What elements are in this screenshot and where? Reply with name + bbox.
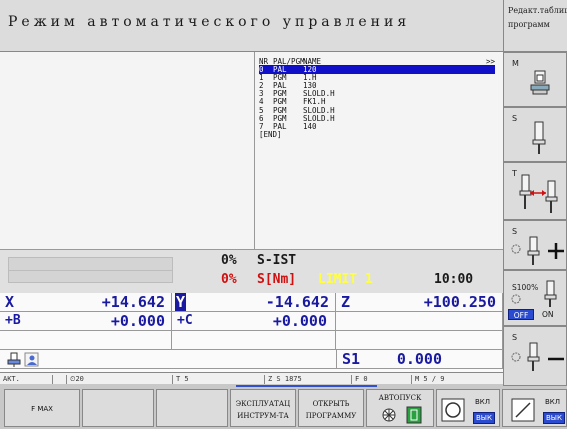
softkey-spindle-override-minus[interactable]: S bbox=[503, 326, 567, 386]
status-feed: F 0 bbox=[351, 375, 411, 384]
table-row[interactable]: 4 PGM FK1.H bbox=[259, 98, 495, 106]
spindle-load-bar bbox=[8, 257, 173, 283]
position-x: X +14.642 bbox=[0, 293, 172, 312]
softkey-spindle-override-plus[interactable]: S bbox=[503, 220, 567, 270]
edit-program-line1: Редакт.таблицы bbox=[508, 6, 567, 15]
pallet-table-header: NR PAL/PGM NAME >> bbox=[259, 57, 495, 67]
tool-holder-icon bbox=[7, 352, 21, 367]
table-row[interactable]: 1 PGM 1.H bbox=[259, 74, 495, 82]
softkey-spindle[interactable]: S bbox=[503, 107, 567, 162]
axis-y-label: Y bbox=[175, 293, 187, 311]
status-z-speed: Z S 1875 bbox=[264, 375, 351, 384]
program-window-empty bbox=[0, 52, 255, 249]
block-skip-on: ВКЛ bbox=[475, 398, 491, 406]
spindle-plus-icon bbox=[511, 236, 564, 265]
axis-z-value: +100.250 bbox=[423, 293, 496, 311]
tool-length-icon bbox=[519, 174, 558, 213]
axis-c-label: +C bbox=[177, 313, 193, 328]
more-columns-marker[interactable]: >> bbox=[479, 57, 495, 65]
table-row[interactable]: 5 PGM SLOLD.H bbox=[259, 106, 495, 115]
position-y: Y -14.642 bbox=[172, 293, 336, 312]
softkey-empty-1[interactable] bbox=[82, 389, 154, 427]
fmax-button[interactable]: F MAX bbox=[4, 389, 80, 427]
spindle-minus-icon bbox=[511, 342, 564, 371]
position-z: Z +100.250 bbox=[336, 293, 503, 312]
position-display: X +14.642 Y -14.642 Z +100.250 +B +0.000… bbox=[0, 293, 503, 372]
col-pal-pgm: PAL/PGM bbox=[273, 57, 305, 66]
position-s1: S1 0.000 bbox=[336, 350, 503, 369]
optional-stop-icon bbox=[511, 398, 535, 422]
block-skip-toggle[interactable]: ВКЛ ВЫК bbox=[436, 389, 500, 427]
block-skip-icon bbox=[441, 398, 465, 422]
table-end-marker: [END] bbox=[259, 129, 282, 139]
s-ist-label: S-IST bbox=[257, 253, 297, 268]
row-name: SLOLD.H bbox=[303, 113, 335, 123]
status-line: АКТ. ⏲20 T 5 Z S 1875 F 0 M 5 / 9 bbox=[0, 372, 503, 384]
col-name: NAME bbox=[303, 57, 322, 66]
optional-stop-toggle[interactable]: ВКЛ ВЫК bbox=[502, 389, 567, 427]
table-row[interactable]: 2 PAL 130 bbox=[259, 82, 495, 90]
col-nr: NR bbox=[259, 57, 269, 66]
off-indicator[interactable]: OFF bbox=[508, 309, 534, 320]
axis-y-value: -14.642 bbox=[265, 293, 329, 311]
open-program-button[interactable]: ОТКРЫТЬ ПРОГРАММУ bbox=[298, 389, 364, 427]
tool-management-button[interactable]: ЭКСПЛУАТАЦ ИНСТРУМ-ТА bbox=[230, 389, 296, 427]
position-c: +C +0.000 bbox=[172, 312, 336, 331]
spindle-toggle-icon bbox=[544, 280, 557, 307]
position-empty-3 bbox=[172, 331, 336, 350]
edit-program-table-mode[interactable]: Редакт.таблицы программ bbox=[503, 0, 567, 52]
status-blank bbox=[52, 375, 66, 384]
load-bar-divider bbox=[9, 270, 172, 271]
axis-x-label: X bbox=[5, 293, 15, 311]
table-row[interactable]: 3 PGM SLOLD.H bbox=[259, 90, 495, 98]
status-m-code: M 5 / 9 bbox=[411, 375, 503, 384]
optional-stop-on: ВКЛ bbox=[545, 398, 561, 406]
person-icon bbox=[24, 352, 39, 367]
axis-z-label: Z bbox=[341, 293, 351, 311]
row-name: SLOLD.H bbox=[303, 89, 335, 99]
limit-label: LIMIT 1 bbox=[318, 272, 373, 287]
axis-b-label: +B bbox=[5, 313, 21, 328]
on-indicator[interactable]: ON bbox=[542, 309, 554, 320]
autostart-icon bbox=[382, 406, 422, 424]
clock: 10:00 bbox=[434, 272, 474, 287]
s-nm-label: S[Nm] bbox=[257, 272, 297, 287]
softkey-page-indicator bbox=[236, 385, 377, 387]
status-icons-row bbox=[0, 350, 336, 369]
optional-stop-off: ВЫК bbox=[543, 412, 565, 424]
axis-x-value: +14.642 bbox=[101, 293, 165, 311]
axis-s1-label: S1 bbox=[342, 350, 361, 368]
softkey-spindle-on-off[interactable]: S100% OFF ON bbox=[503, 270, 567, 326]
s-nm-percent: 0% bbox=[221, 272, 237, 287]
s-ist-percent: 0% bbox=[221, 253, 237, 268]
spindle-icon bbox=[532, 121, 546, 154]
axis-s1-value: 0.000 bbox=[396, 350, 442, 368]
table-row[interactable]: 7 PAL 140 bbox=[259, 121, 495, 131]
block-skip-off: ВЫК bbox=[473, 412, 495, 424]
status-tool: T 5 bbox=[172, 375, 264, 384]
row-name: 140 bbox=[303, 121, 317, 131]
machine-table-icon bbox=[530, 70, 550, 95]
edit-program-line2: программ bbox=[508, 20, 550, 29]
axis-b-value: +0.000 bbox=[110, 312, 165, 330]
table-row[interactable]: 6 PGM SLOLD.H bbox=[259, 113, 495, 123]
mode-title: Режим автоматического управления bbox=[8, 14, 411, 30]
softkey-tool[interactable]: T bbox=[503, 162, 567, 220]
position-empty-1 bbox=[336, 312, 503, 331]
position-b: +B +0.000 bbox=[0, 312, 172, 331]
position-empty-2 bbox=[0, 331, 172, 350]
position-empty-4 bbox=[336, 331, 503, 350]
table-row[interactable]: 0 PAL 120 bbox=[259, 65, 495, 75]
status-timer: ⏲20 bbox=[66, 375, 170, 384]
status-mode: АКТ. bbox=[3, 375, 20, 383]
timer-value: 20 bbox=[75, 375, 84, 383]
autostart-button[interactable]: АВТОПУСК bbox=[366, 389, 434, 427]
row-name: 120 bbox=[303, 65, 317, 75]
softkey-m-functions[interactable]: M bbox=[503, 52, 567, 107]
pallet-table: NR PAL/PGM NAME >> 0 PAL 120 1 PGM 1.H 2 PAL 130… bbox=[259, 57, 495, 139]
axis-c-value: +0.000 bbox=[272, 312, 327, 330]
softkey-empty-2[interactable] bbox=[156, 389, 228, 427]
rotation-icon bbox=[511, 294, 521, 304]
row-name: 1.H bbox=[303, 73, 317, 83]
